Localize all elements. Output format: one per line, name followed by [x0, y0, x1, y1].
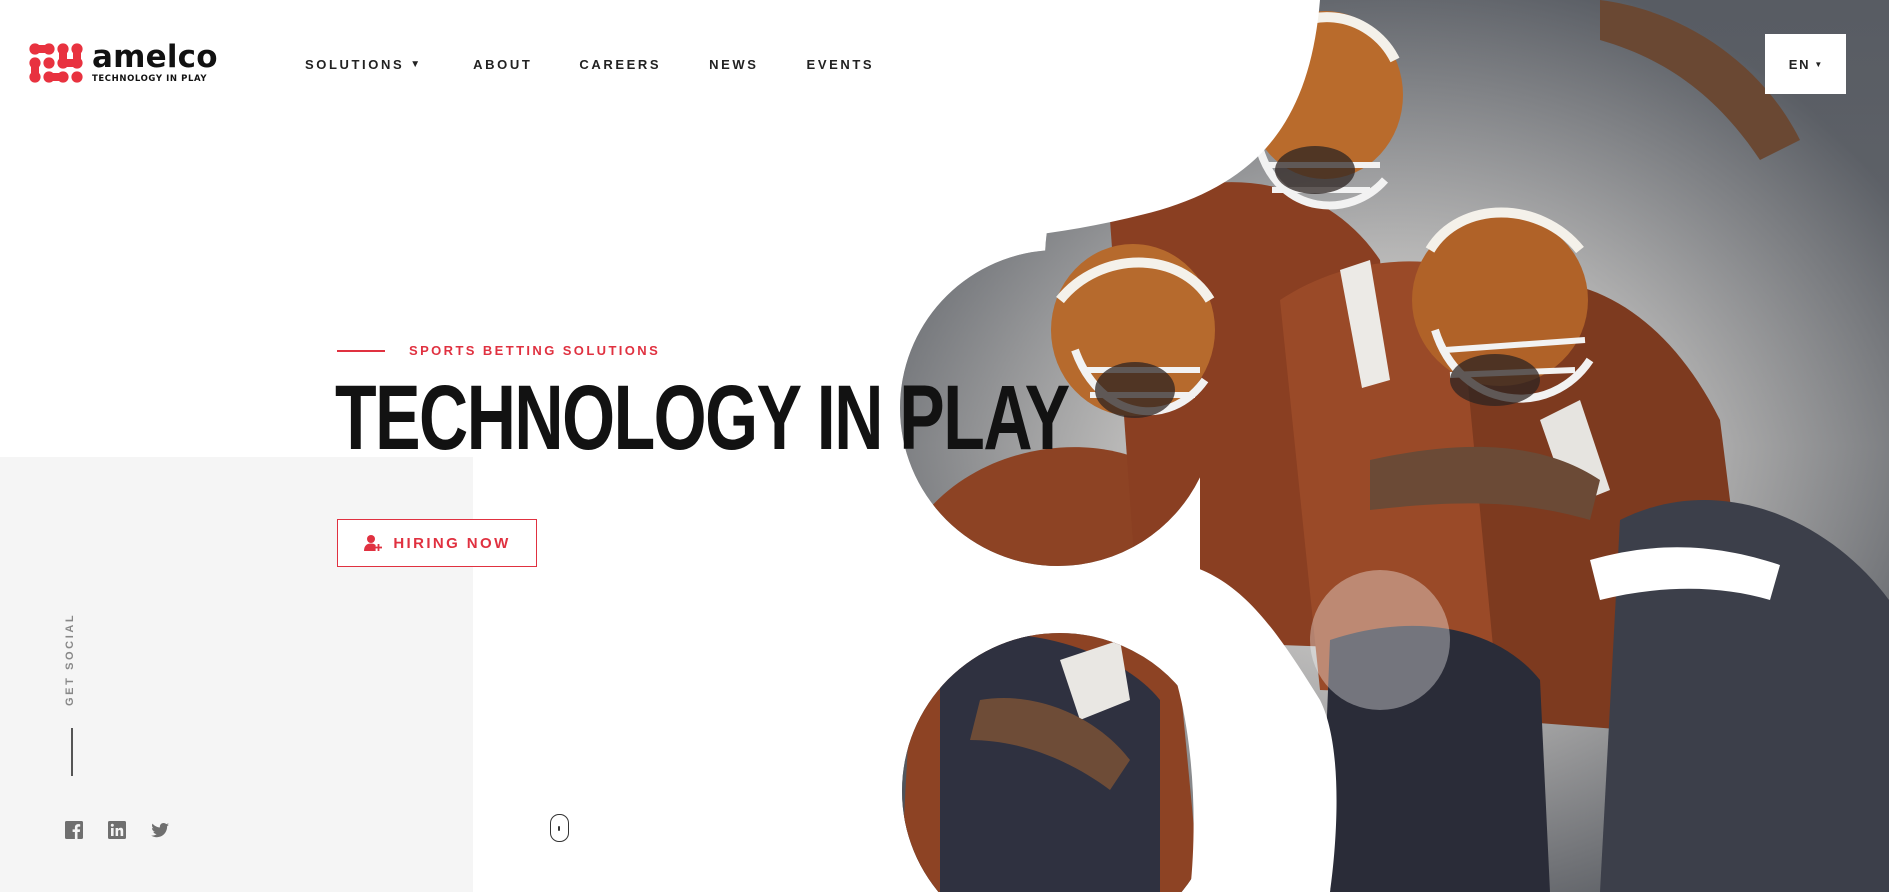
mouse-scroll-icon[interactable] — [550, 814, 569, 842]
linkedin-icon[interactable] — [107, 820, 127, 840]
amelco-logo-icon — [29, 43, 83, 83]
social-links — [64, 820, 170, 840]
eyebrow-divider — [337, 350, 385, 352]
caret-down-icon: ▼ — [1814, 59, 1823, 69]
logo-text: amelco TECHNOLOGY IN PLAY — [92, 42, 218, 84]
language-selector[interactable]: EN ▼ — [1765, 34, 1846, 94]
nav-item-about[interactable]: ABOUT — [473, 57, 532, 72]
main-nav: SOLUTIONS ▼ ABOUT CAREERS NEWS EVENTS CO… — [305, 56, 1001, 73]
facebook-icon[interactable] — [64, 820, 84, 840]
nav-item-label: EVENTS — [806, 57, 875, 72]
hiring-now-label: HIRING NOW — [393, 534, 511, 552]
hero-eyebrow: SPORTS BETTING SOLUTIONS — [409, 343, 661, 358]
caret-down-icon: ▼ — [410, 59, 421, 70]
nav-item-news[interactable]: NEWS — [709, 57, 758, 72]
nav-item-solutions[interactable]: SOLUTIONS ▼ — [305, 57, 420, 72]
nav-item-label: NEWS — [709, 57, 759, 72]
logo-tagline: TECHNOLOGY IN PLAY — [92, 74, 208, 85]
social-divider — [71, 728, 73, 776]
nav-item-label: ABOUT — [473, 57, 533, 72]
nav-item-events[interactable]: EVENTS — [807, 57, 875, 72]
hero-title: TECHNOLOGY IN PLAY — [335, 367, 1070, 469]
get-social-label: GET SOCIAL — [64, 612, 76, 706]
nav-item-label: CAREERS — [579, 57, 662, 72]
hiring-now-button[interactable]: HIRING NOW — [337, 519, 537, 567]
language-current: EN — [1788, 56, 1811, 72]
nav-item-label: SOLUTIONS — [305, 57, 405, 72]
scroll-wheel-dot — [558, 826, 560, 831]
twitter-icon[interactable] — [150, 820, 170, 840]
nav-item-careers[interactable]: CAREERS — [579, 57, 661, 72]
logo-name: amelco — [92, 39, 218, 76]
add-user-icon — [364, 535, 383, 551]
brand-logo[interactable]: amelco TECHNOLOGY IN PLAY — [28, 42, 218, 84]
